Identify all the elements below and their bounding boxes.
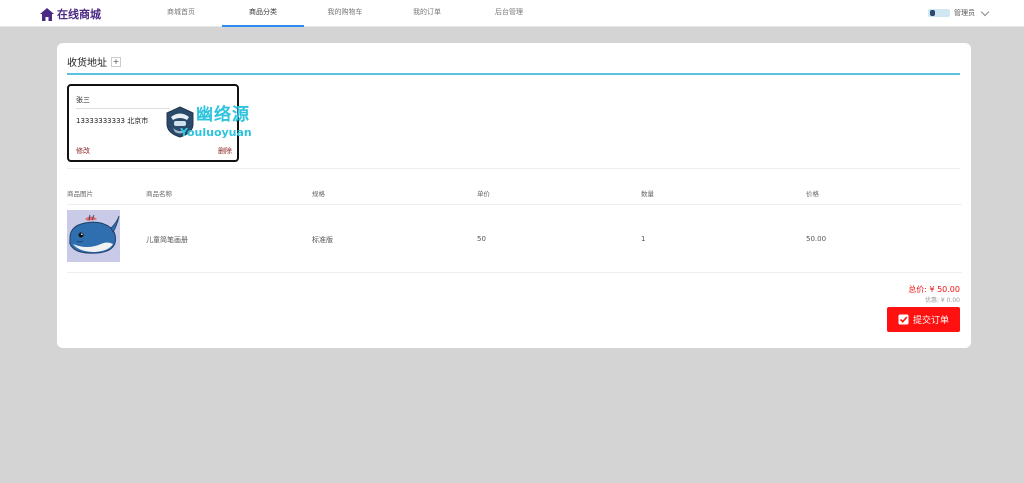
product-spec: 标准版 (312, 236, 333, 244)
checkbox-icon (898, 314, 909, 325)
nav-item-admin[interactable]: 后台管理 (468, 0, 550, 27)
submit-order-label: 提交订单 (912, 316, 949, 326)
order-discount: 优惠: ¥ 0.00 (924, 297, 960, 304)
product-name: 儿童简笔画册 (146, 236, 188, 244)
watermark: 幽络源 Youluoyuan (165, 100, 283, 144)
column-header-image: 商品图片 (67, 190, 93, 198)
column-header-quantity: 数量 (641, 190, 654, 198)
column-header-price: 价格 (806, 190, 819, 198)
address-section-title: 收货地址 (67, 58, 107, 69)
checkout-card: 收货地址 + 张三 13333333333 北京市 修改 删除 幽络源 Youl… (57, 43, 971, 348)
product-price: 50.00 (806, 235, 827, 243)
nav-item-cart[interactable]: 我的购物车 (304, 0, 386, 27)
home-icon (40, 7, 54, 21)
section-divider (67, 168, 960, 169)
edit-address-link[interactable]: 修改 (76, 146, 90, 156)
delete-address-link[interactable]: 删除 (218, 146, 232, 156)
user-menu[interactable]: 管理员 (928, 7, 990, 18)
nav-item-home[interactable]: 商城首页 (140, 0, 222, 27)
address-divider (67, 73, 960, 75)
add-address-button[interactable]: + (111, 56, 121, 67)
user-name: 管理员 (954, 9, 975, 17)
address-card-divider (76, 108, 170, 109)
nav-item-categories[interactable]: 商品分类 (222, 0, 304, 27)
product-unit-price: 50 (477, 235, 486, 243)
whale-illustration (67, 210, 120, 262)
address-detail: 13333333333 北京市 (76, 117, 149, 125)
avatar (928, 9, 950, 17)
watermark-subtitle: Youluoyuan (180, 126, 252, 139)
submit-order-button[interactable]: 提交订单 (887, 307, 960, 332)
order-total: 总价: ¥ 50.00 (908, 285, 960, 294)
watermark-title: 幽络源 (196, 105, 250, 125)
product-image[interactable] (67, 210, 120, 262)
address-recipient-name: 张三 (76, 96, 90, 104)
address-header: 收货地址 + (67, 54, 121, 69)
site-logo[interactable]: 在线商城 (40, 6, 101, 22)
top-nav-bar: 在线商城 商城首页 商品分类 我的购物车 我的订单 后台管理 管理员 (0, 0, 1024, 27)
chevron-down-icon (980, 7, 990, 16)
table-header: 商品图片 商品名称 规格 单价 数量 价格 (67, 183, 962, 205)
site-logo-text: 在线商城 (57, 8, 101, 21)
column-header-unit-price: 单价 (477, 190, 490, 198)
column-header-spec: 规格 (312, 190, 325, 198)
column-header-name: 商品名称 (146, 190, 172, 198)
main-nav: 商城首页 商品分类 我的购物车 我的订单 后台管理 (140, 0, 550, 27)
table-row: 儿童简笔画册 标准版 50 1 50.00 (67, 206, 962, 273)
nav-item-orders[interactable]: 我的订单 (386, 0, 468, 27)
product-quantity: 1 (641, 235, 646, 243)
